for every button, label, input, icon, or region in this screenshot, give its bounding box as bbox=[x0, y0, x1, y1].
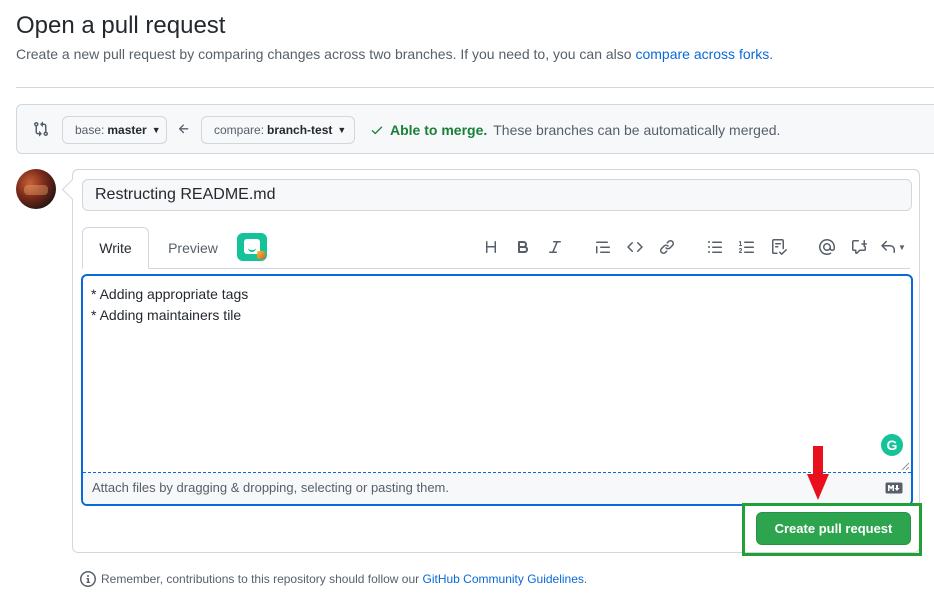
divider bbox=[16, 87, 934, 88]
avatar[interactable] bbox=[16, 169, 56, 209]
tab-preview[interactable]: Preview bbox=[157, 227, 229, 269]
tab-write[interactable]: Write bbox=[82, 227, 149, 269]
page-subtitle: Create a new pull request by comparing c… bbox=[16, 46, 773, 62]
compare-branch-select[interactable]: compare: branch-test ▼ bbox=[201, 116, 355, 144]
compare-branch-name: branch-test bbox=[267, 123, 333, 137]
base-prefix: base: bbox=[75, 123, 105, 137]
compare-across-forks-link[interactable]: compare across forks bbox=[635, 46, 769, 62]
merge-ok-label: Able to merge. bbox=[390, 122, 488, 138]
italic-icon[interactable] bbox=[539, 233, 571, 261]
branch-range-bar: base: master ▼ compare: branch-test ▼ Ab… bbox=[16, 104, 934, 154]
note-text: Remember, contributions to this reposito… bbox=[101, 572, 423, 586]
comment-body-field[interactable]: G Attach files by dragging & dropping, s… bbox=[81, 274, 913, 506]
community-guidelines-link[interactable]: GitHub Community Guidelines bbox=[423, 572, 584, 586]
title-input[interactable]: Restructing README.md bbox=[82, 179, 912, 211]
tab-divider bbox=[82, 268, 910, 269]
grammarly-extension-icon[interactable] bbox=[237, 233, 267, 261]
caret-down-icon: ▼ bbox=[151, 125, 161, 135]
heading-icon[interactable] bbox=[475, 233, 507, 261]
quote-icon[interactable] bbox=[587, 233, 619, 261]
create-pull-request-button[interactable]: Create pull request bbox=[756, 512, 911, 545]
numbered-list-icon[interactable] bbox=[731, 233, 763, 261]
caret-down-icon: ▼ bbox=[898, 242, 906, 252]
base-branch-select[interactable]: base: master ▼ bbox=[62, 116, 167, 144]
grammarly-badge bbox=[257, 251, 265, 259]
pull-request-form: Restructing README.md Write Preview ▼ G … bbox=[72, 169, 920, 553]
git-compare-icon bbox=[34, 121, 49, 137]
note-end: . bbox=[583, 572, 588, 586]
mention-icon[interactable] bbox=[811, 233, 843, 261]
subtitle-text: Create a new pull request by comparing c… bbox=[16, 46, 636, 62]
reply-icon[interactable]: ▼ bbox=[875, 233, 911, 261]
link-icon[interactable] bbox=[651, 233, 683, 261]
markdown-toolbar: ▼ bbox=[475, 233, 911, 261]
bullet-list-icon[interactable] bbox=[699, 233, 731, 261]
page-title: Open a pull request bbox=[16, 12, 226, 39]
resize-grip-icon[interactable] bbox=[901, 462, 909, 470]
merge-status-text: These branches can be automatically merg… bbox=[493, 122, 781, 138]
caret-down-icon: ▼ bbox=[337, 125, 347, 135]
comment-body-textarea[interactable] bbox=[83, 276, 911, 472]
task-list-icon[interactable] bbox=[763, 233, 795, 261]
markdown-icon[interactable] bbox=[885, 482, 903, 494]
bold-icon[interactable] bbox=[507, 233, 539, 261]
red-arrow-annotation bbox=[807, 446, 829, 500]
code-icon[interactable] bbox=[619, 233, 651, 261]
check-icon bbox=[371, 126, 383, 135]
attach-files-bar[interactable]: Attach files by dragging & dropping, sel… bbox=[83, 472, 911, 504]
arrow-left-icon bbox=[178, 124, 189, 134]
compare-prefix: compare: bbox=[214, 123, 265, 137]
grammarly-icon[interactable]: G bbox=[881, 434, 903, 456]
subtitle-end: . bbox=[769, 46, 774, 62]
contribution-note: Remember, contributions to this reposito… bbox=[80, 571, 587, 587]
reference-icon[interactable] bbox=[843, 233, 875, 261]
base-branch-name: master bbox=[107, 123, 147, 137]
attach-files-text: Attach files by dragging & dropping, sel… bbox=[92, 480, 449, 495]
info-icon bbox=[80, 571, 96, 587]
merge-status: Able to merge. These branches can be aut… bbox=[370, 122, 780, 138]
